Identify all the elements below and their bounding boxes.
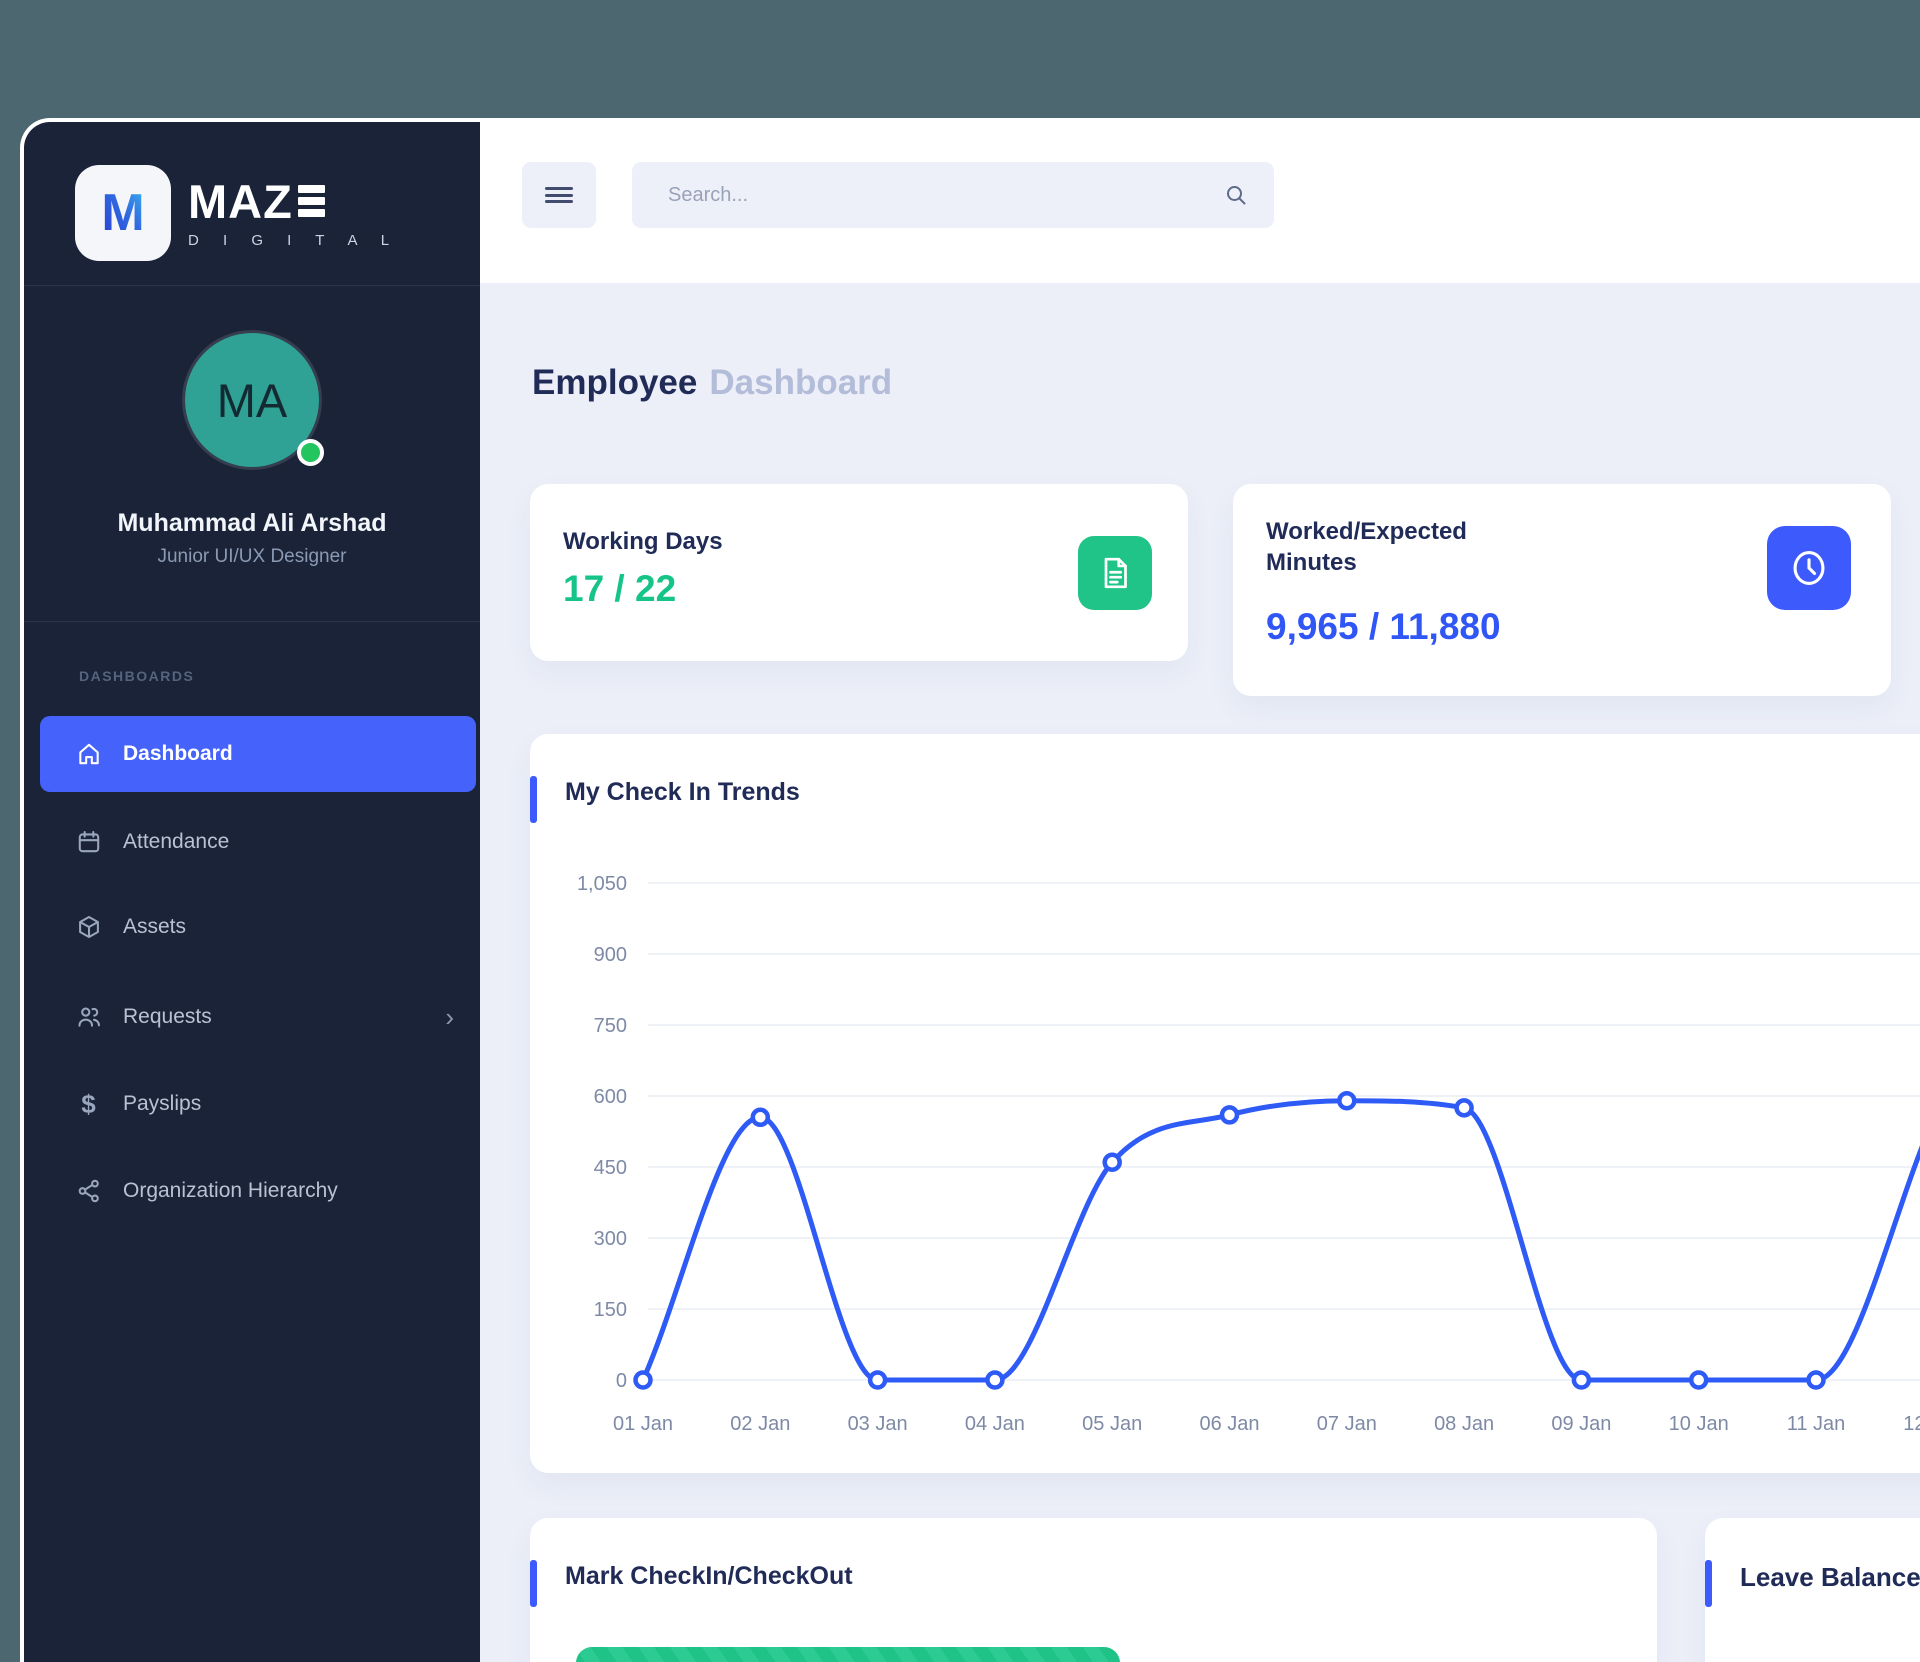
svg-text:150: 150: [594, 1299, 627, 1321]
svg-text:01 Jan: 01 Jan: [613, 1413, 673, 1435]
sidebar-item-organization-hierarchy[interactable]: Organization Hierarchy: [40, 1162, 476, 1220]
profile-name: Muhammad Ali Arshad: [117, 509, 387, 537]
leave-balance-card: Leave Balance: [1705, 1518, 1920, 1662]
card-accent-bar: [1705, 1560, 1712, 1607]
sidebar-item-dashboard[interactable]: Dashboard: [40, 716, 476, 792]
svg-text:M: M: [101, 184, 144, 242]
svg-text:07 Jan: 07 Jan: [1317, 1413, 1377, 1435]
sidebar-item-assets[interactable]: Assets: [40, 898, 476, 956]
calendar-icon: [75, 829, 102, 856]
checkin-trends-chart: 0 150 300 450 600 750 900 1,050 01 Jan 02 Jan 03 J…: [577, 873, 1920, 1435]
sidebar-item-label: Requests: [123, 1005, 212, 1028]
dollar-icon: $: [81, 1088, 96, 1119]
svg-text:03 Jan: 03 Jan: [848, 1413, 908, 1435]
clock-icon: [1767, 526, 1851, 610]
menu-button[interactable]: [522, 162, 596, 228]
top-header: [480, 118, 1920, 283]
stat-value: 9,965 / 11,880: [1266, 606, 1501, 647]
svg-text:1,050: 1,050: [577, 873, 627, 895]
brand-logo[interactable]: M MAZ D I G I T A L: [75, 165, 399, 261]
sidebar: M MAZ D I G I T A L MA Muhammad Ali Arsh…: [24, 122, 480, 1662]
brand-mark-icon: M: [75, 165, 171, 261]
hamburger-icon: [545, 184, 573, 207]
svg-text:300: 300: [594, 1228, 627, 1250]
search-icon[interactable]: [1224, 183, 1248, 207]
stat-title: Worked/Expected Minutes: [1266, 518, 1467, 576]
sidebar-item-attendance[interactable]: Attendance: [40, 813, 476, 871]
svg-text:12 Jan: 12 Jan: [1903, 1413, 1920, 1435]
brand-tagline: D I G I T A L: [188, 231, 400, 249]
svg-text:0: 0: [616, 1370, 627, 1392]
divider: [24, 285, 480, 286]
sidebar-section-label: DASHBOARDS: [79, 668, 195, 684]
cube-icon: [75, 914, 102, 941]
checkin-card-title: Mark CheckIn/CheckOut: [565, 1562, 853, 1590]
card-accent-bar: [530, 1560, 537, 1607]
leave-card-title: Leave Balance: [1740, 1562, 1920, 1592]
sidebar-item-label: Attendance: [123, 830, 230, 853]
svg-text:04 Jan: 04 Jan: [965, 1413, 1025, 1435]
svg-text:600: 600: [594, 1086, 627, 1108]
svg-text:06 Jan: 06 Jan: [1199, 1413, 1259, 1435]
svg-text:900: 900: [594, 944, 627, 966]
svg-text:11 Jan: 11 Jan: [1787, 1413, 1846, 1435]
sidebar-item-payslips[interactable]: $ Payslips: [40, 1075, 476, 1133]
stat-value: 17 / 22: [563, 568, 677, 609]
sidebar-item-label: Assets: [123, 915, 187, 938]
document-icon: [1078, 536, 1152, 610]
svg-text:09 Jan: 09 Jan: [1551, 1413, 1611, 1435]
users-icon: [75, 1004, 102, 1031]
app-window: M MAZ D I G I T A L MA Muhammad Ali Arsh…: [20, 118, 1920, 1662]
working-days-card: Working Days 17 / 22: [530, 484, 1188, 661]
sidebar-item-label: Dashboard: [123, 742, 233, 765]
online-status-dot: [297, 439, 324, 466]
page-title-secondary: Dashboard: [709, 363, 893, 402]
divider: [24, 621, 480, 622]
hierarchy-icon: [75, 1178, 102, 1205]
checkin-trends-card: My Check In Trends 0 150 300 450 600 750 900 1,…: [530, 734, 1920, 1473]
svg-text:750: 750: [594, 1015, 627, 1037]
page-title-primary: Employee: [532, 363, 698, 402]
chevron-right-icon: ›: [445, 1002, 454, 1032]
checkin-button[interactable]: [576, 1647, 1120, 1662]
sidebar-item-label: Organization Hierarchy: [123, 1179, 338, 1202]
home-icon: [75, 741, 102, 768]
sidebar-item-label: Payslips: [123, 1092, 202, 1115]
search-bar: [632, 162, 1274, 228]
stylized-e-icon: [297, 185, 325, 217]
profile-role: Junior UI/UX Designer: [157, 546, 347, 567]
worked-expected-minutes-card: Worked/Expected Minutes 9,965 / 11,880: [1233, 484, 1891, 696]
svg-text:10 Jan: 10 Jan: [1669, 1413, 1729, 1435]
svg-text:08 Jan: 08 Jan: [1434, 1413, 1494, 1435]
search-input[interactable]: [632, 162, 1274, 228]
brand-name: MAZ: [188, 178, 399, 225]
svg-text:02 Jan: 02 Jan: [730, 1413, 790, 1435]
stat-title: Working Days: [563, 528, 723, 555]
page-title: Employee Dashboard: [532, 363, 892, 403]
svg-text:05 Jan: 05 Jan: [1082, 1413, 1142, 1435]
mark-checkin-checkout-card: Mark CheckIn/CheckOut: [530, 1518, 1657, 1662]
sidebar-item-requests[interactable]: Requests ›: [40, 988, 476, 1046]
svg-text:450: 450: [594, 1157, 627, 1179]
